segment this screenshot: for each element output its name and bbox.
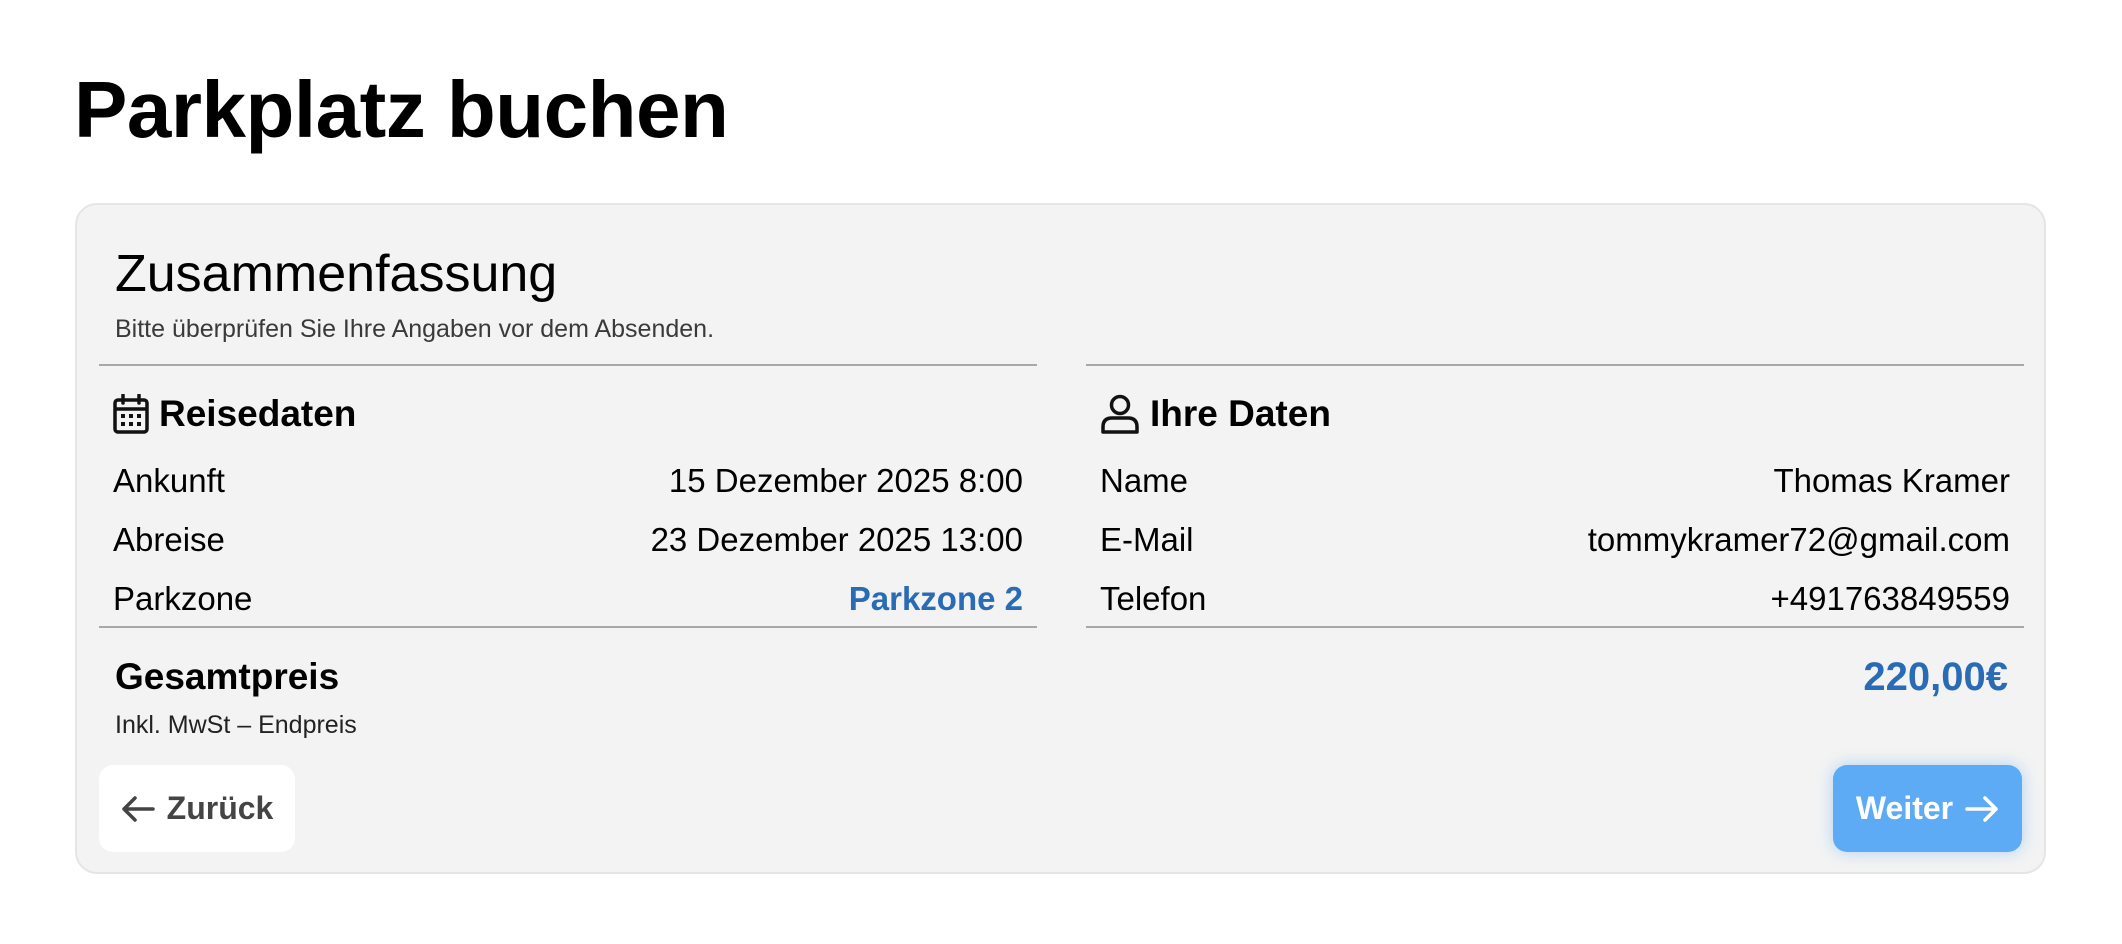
next-button-label: Weiter: [1855, 790, 1954, 826]
email-row: E-Mail tommykramer72@gmail.com: [1100, 510, 2010, 569]
back-button[interactable]: Zurück: [99, 765, 295, 852]
page-title: Parkplatz buchen: [74, 65, 729, 154]
personal-details-list: Name Thomas Kramer E-Mail tommykramer72@…: [1100, 451, 2010, 628]
personal-section-title: Ihre Daten: [1150, 393, 1331, 434]
summary-card: Zusammenfassung Bitte überprüfen Sie Ihr…: [75, 203, 2046, 874]
total-price-note: Inkl. MwSt – Endpreis: [115, 711, 357, 739]
total-price-label: Gesamtpreis: [115, 656, 340, 697]
calendar-icon: [113, 394, 149, 434]
summary-title: Zusammenfassung: [115, 245, 558, 303]
parking-zone-label: Parkzone: [113, 579, 253, 617]
name-row: Name Thomas Kramer: [1100, 451, 2010, 510]
back-button-label: Zurück: [166, 790, 274, 826]
departure-label: Abreise: [113, 520, 225, 558]
departure-row: Abreise 23 Dezember 2025 13:00: [113, 510, 1023, 569]
personal-section: Ihre Daten Name Thomas Kramer E-Mail tom…: [1086, 364, 2024, 628]
phone-value: +491763849559: [1770, 579, 2010, 617]
travel-section-header: Reisedaten: [113, 388, 356, 440]
arrow-right-icon: [1965, 795, 1999, 823]
arrival-value: 15 Dezember 2025 8:00: [668, 461, 1023, 499]
departure-value: 23 Dezember 2025 13:00: [650, 520, 1023, 558]
email-value: tommykramer72@gmail.com: [1587, 520, 2010, 558]
summary-subtitle: Bitte überprüfen Sie Ihre Angaben vor de…: [115, 315, 715, 343]
parking-zone-row: Parkzone Parkzone 2: [113, 569, 1023, 628]
name-value: Thomas Kramer: [1773, 461, 2010, 499]
arrow-left-icon: [121, 795, 155, 823]
arrival-label: Ankunft: [113, 461, 225, 499]
next-button[interactable]: Weiter: [1833, 765, 2022, 852]
phone-row: Telefon +491763849559: [1100, 569, 2010, 628]
phone-label: Telefon: [1100, 579, 1207, 617]
travel-section-title: Reisedaten: [159, 393, 357, 434]
travel-details-list: Ankunft 15 Dezember 2025 8:00 Abreise 23…: [113, 451, 1023, 628]
parking-zone-value: Parkzone 2: [848, 579, 1023, 617]
arrival-row: Ankunft 15 Dezember 2025 8:00: [113, 451, 1023, 510]
total-price-value: 220,00€: [1863, 655, 2008, 699]
name-label: Name: [1100, 461, 1189, 499]
email-label: E-Mail: [1100, 520, 1194, 558]
user-icon: [1100, 394, 1140, 434]
travel-section: Reisedaten Ankunft 15 Dezember 2025 8:00…: [99, 364, 1037, 628]
personal-section-header: Ihre Daten: [1100, 388, 1331, 440]
